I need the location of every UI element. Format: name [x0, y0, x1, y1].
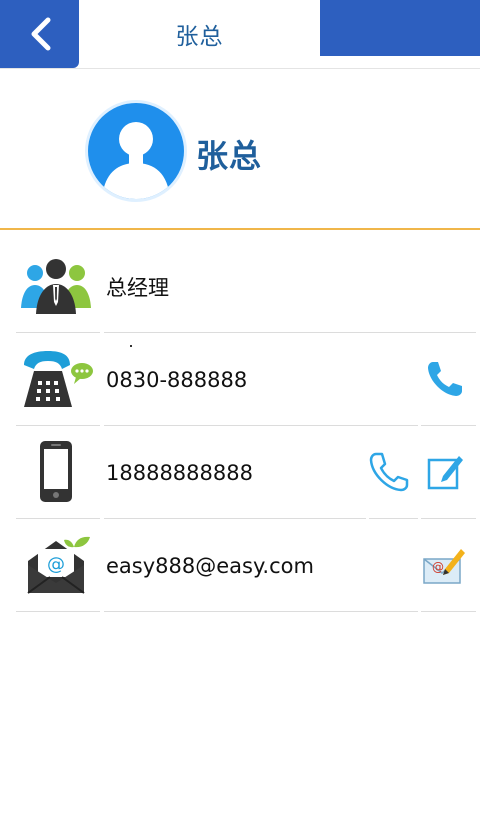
- phone-outline-icon: [369, 452, 409, 492]
- row-divider: [104, 611, 418, 612]
- profile-section: 张总: [0, 69, 480, 229]
- svg-text:@: @: [47, 554, 65, 575]
- list-item-landline: 0830-888888: [0, 333, 480, 426]
- edit-message-icon: [427, 456, 463, 490]
- mobile-phone-icon: [18, 440, 94, 504]
- call-landline-button[interactable]: [420, 351, 470, 407]
- section-divider: [0, 228, 480, 230]
- profile-name: 张总: [196, 137, 263, 175]
- top-bar: 张总: [0, 0, 480, 69]
- list-item-mobile: 18888888888: [0, 426, 480, 519]
- call-mobile-button[interactable]: [364, 444, 414, 500]
- row-divider: [421, 611, 476, 612]
- compose-email-icon: @: [423, 549, 465, 584]
- telephone-icon: [18, 347, 94, 411]
- position-text: 总经理: [106, 275, 169, 300]
- send-email-button[interactable]: @: [418, 537, 468, 593]
- contact-info-list: 总经理 0830-888888 18888888888 @ easy888@ea…: [0, 240, 480, 612]
- landline-number: 0830-888888: [106, 367, 248, 392]
- svg-text:@: @: [432, 560, 444, 574]
- person-silhouette-icon: [102, 122, 170, 199]
- mobile-number: 18888888888: [106, 460, 253, 485]
- title-area: 张总: [80, 0, 319, 68]
- avatar: [88, 103, 184, 199]
- back-button[interactable]: [0, 0, 79, 68]
- phone-handset-icon: [428, 362, 462, 396]
- list-item-position: 总经理: [0, 240, 480, 333]
- page-title: 张总: [175, 24, 224, 50]
- topbar-right-block: [320, 0, 480, 56]
- row-divider: [16, 611, 100, 612]
- email-address: easy888@easy.com: [106, 553, 314, 578]
- people-icon: [18, 254, 94, 318]
- send-sms-button[interactable]: [420, 444, 470, 500]
- chevron-left-icon: [31, 17, 50, 51]
- mail-envelope-icon: @: [18, 533, 94, 597]
- list-item-email: @ easy888@easy.com @: [0, 519, 480, 612]
